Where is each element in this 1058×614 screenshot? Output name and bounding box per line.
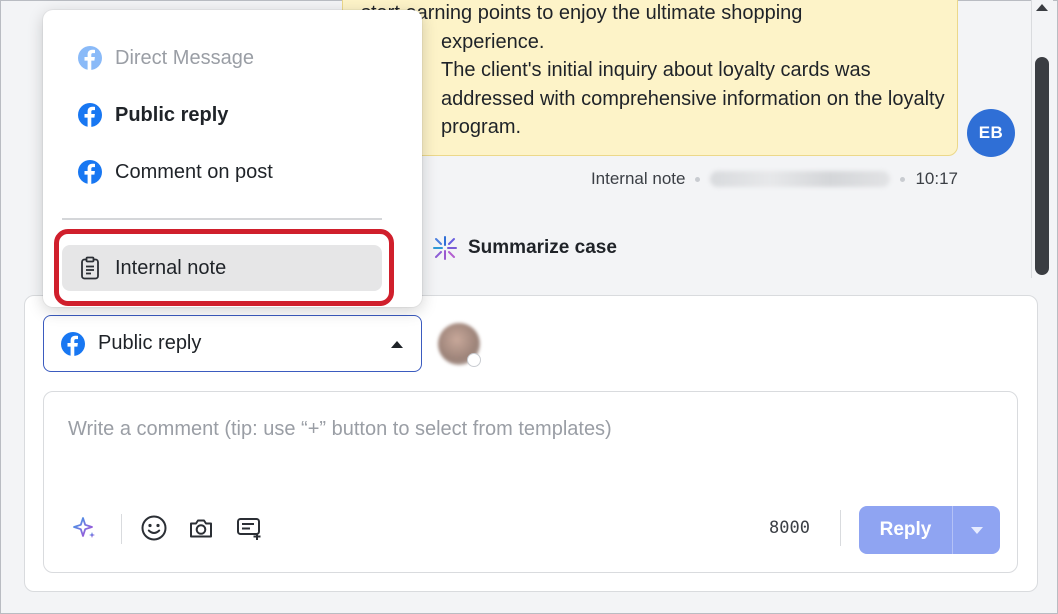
scrollbar-thumb[interactable]: [1035, 57, 1049, 275]
scroll-up-arrow[interactable]: [1036, 4, 1048, 11]
reply-button-group: Reply: [859, 506, 1000, 554]
note-line: start earning points to enjoy the ultima…: [361, 2, 803, 24]
author-name-redacted: [710, 171, 891, 187]
meta-separator: [900, 176, 906, 182]
note-line: addressed with comprehensive information…: [441, 87, 945, 110]
note-time: 10:17: [915, 169, 958, 188]
internal-note-bubble: start earning points to enjoy the ultima…: [342, 0, 958, 156]
facebook-icon: [78, 103, 102, 127]
menu-item-direct-message[interactable]: Direct Message: [62, 35, 382, 81]
menu-item-label: Internal note: [115, 256, 227, 279]
note-type-label: Internal note: [590, 169, 686, 188]
ai-assist-button[interactable]: [70, 513, 100, 543]
caret-down-icon: [970, 526, 983, 534]
reply-options-button[interactable]: [953, 506, 1000, 554]
comment-box: 8000 Reply: [43, 391, 1018, 573]
channel-select[interactable]: Public reply: [43, 315, 422, 372]
channel-dropdown-menu: Direct Message Public reply Comment on p…: [43, 10, 422, 307]
menu-item-internal-note[interactable]: Internal note: [62, 245, 382, 291]
meta-separator: [695, 176, 701, 182]
menu-item-comment-on-post[interactable]: Comment on post: [62, 149, 382, 195]
note-line: The client's initial inquiry about loyal…: [441, 59, 871, 81]
emoji-button[interactable]: [139, 513, 169, 543]
menu-item-label: Public reply: [115, 103, 229, 126]
menu-item-label: Direct Message: [115, 46, 254, 69]
facebook-icon: [78, 160, 102, 184]
caret-up-icon: [391, 341, 403, 348]
camera-icon: [190, 519, 212, 538]
template-add-icon: [237, 518, 261, 540]
emoji-icon: [141, 515, 167, 541]
counter-separator: [840, 510, 841, 546]
toolbar-separator: [121, 514, 122, 544]
sparkle-compress-icon: [433, 236, 457, 260]
note-line: program.: [441, 116, 522, 138]
character-count: 8000: [769, 518, 810, 538]
camera-button[interactable]: [186, 513, 216, 543]
menu-divider: [62, 218, 382, 220]
summarize-case-label: Summarize case: [468, 237, 617, 258]
menu-item-label: Comment on post: [115, 160, 273, 183]
note-line: experience.: [441, 30, 545, 53]
summarize-case-button[interactable]: Summarize case: [432, 235, 617, 261]
sparkle-icon: [73, 517, 95, 538]
note-meta: Internal note 10:17: [591, 169, 958, 189]
facebook-icon: [61, 331, 85, 356]
channel-select-label: Public reply: [98, 332, 202, 354]
comment-input[interactable]: [68, 414, 988, 444]
template-button[interactable]: [234, 513, 264, 543]
agent-status-badge: [467, 353, 481, 367]
menu-item-public-reply[interactable]: Public reply: [62, 92, 382, 138]
author-avatar: EB: [967, 109, 1015, 157]
clipboard-icon: [81, 256, 99, 280]
reply-button[interactable]: Reply: [859, 506, 953, 554]
facebook-icon: [78, 46, 102, 70]
